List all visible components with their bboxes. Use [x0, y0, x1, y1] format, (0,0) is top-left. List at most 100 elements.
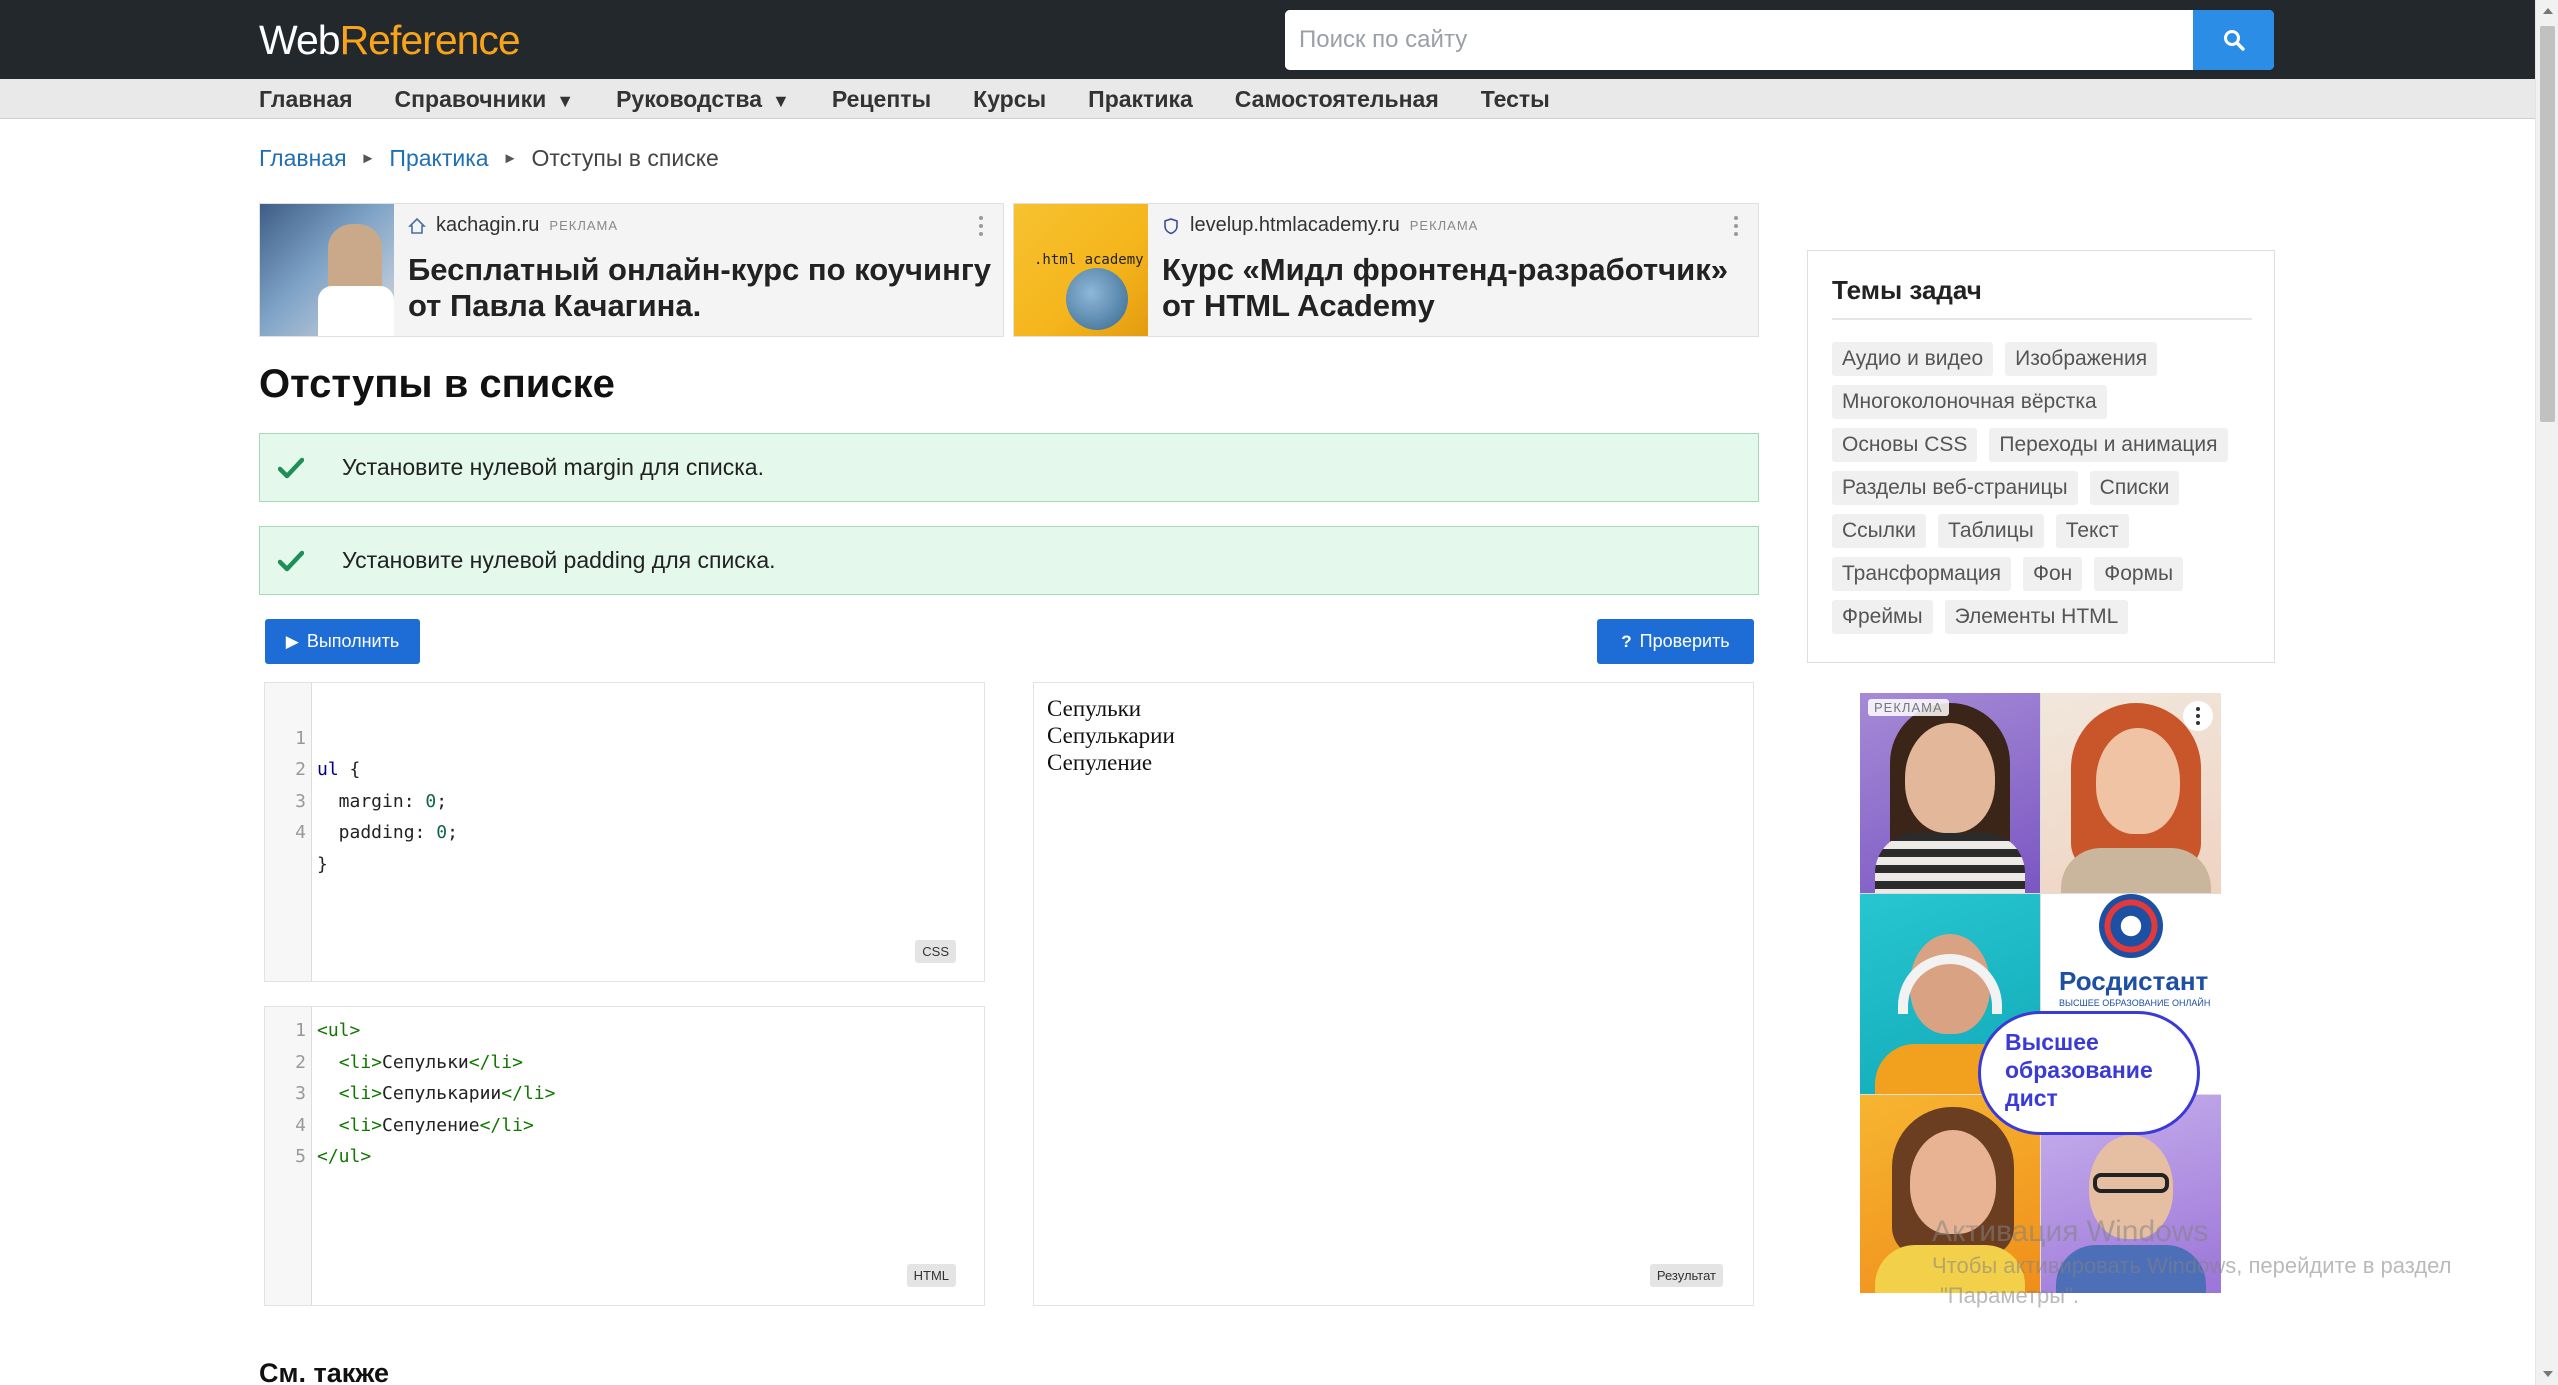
nav-item-label: Самостоятельная	[1234, 85, 1439, 112]
code-line[interactable]: 2 <li>Сепульки</li>	[265, 1047, 984, 1079]
html-tag: <li>	[338, 1083, 383, 1104]
ad-thumbnail	[260, 204, 394, 336]
topic-tag[interactable]: Таблицы	[1937, 514, 2044, 548]
ad-title[interactable]: Курс «Мидл фронтенд-разработчик» от HTML…	[1162, 252, 1752, 324]
code-text: :	[414, 822, 437, 843]
nav-item-label: Рецепты	[831, 85, 932, 112]
nav-item[interactable]: Руководства ▼	[616, 86, 790, 113]
search-input[interactable]	[1285, 10, 2193, 70]
page-scrollbar[interactable]	[2535, 0, 2558, 1385]
topic-tag[interactable]: Переходы и анимация	[1989, 428, 2228, 462]
logo-reference: Reference	[339, 17, 521, 63]
topic-tag[interactable]: Разделы веб-страницы	[1832, 471, 2078, 505]
html-tag: </li>	[468, 1051, 523, 1073]
code-line[interactable]: 2 margin: 0;	[265, 723, 984, 812]
nav-item[interactable]: Практика	[1088, 86, 1193, 113]
html-tag: <li>	[338, 1114, 383, 1136]
breadcrumb-current: Отступы в списке	[531, 145, 719, 171]
topic-tag[interactable]: Многоколоночная вёрстка	[1832, 385, 2107, 419]
code-text: ;	[447, 822, 458, 843]
line-number: 4	[295, 1114, 306, 1136]
bubble-line: образование	[2005, 1057, 2153, 1083]
run-button[interactable]: ▶ Выполнить	[265, 619, 420, 664]
topic-tag[interactable]: Основы CSS	[1832, 428, 1978, 462]
html-tag: </li>	[501, 1083, 556, 1104]
code-content: <li>Сепуление</li>	[317, 1110, 534, 1142]
house-icon	[408, 217, 426, 234]
topic-tag[interactable]: Ссылки	[1832, 514, 1926, 548]
css-editor[interactable]: 1 ul { 2 margin: 0; 3 padding: 0; 4 } CS…	[264, 682, 985, 982]
nav-list: Главная Справочники ▼ Руководства ▼ Рецепты Ку…	[259, 79, 1592, 119]
topic-tag[interactable]: Текст	[2055, 514, 2129, 548]
main-nav: Главная Справочники ▼ Руководства ▼ Рецепты Ку…	[0, 79, 2535, 119]
html-tag: <ul>	[317, 1020, 361, 1041]
html-tag: <li>	[338, 1051, 383, 1073]
scroll-down-arrow-icon[interactable]	[2536, 1363, 2558, 1385]
check-button[interactable]: ? Проверить	[1597, 619, 1754, 664]
sidebar-ad-banner[interactable]: Росдистант ВЫСШЕЕ ОБРАЗОВАНИЕ ОНЛАЙН Выс…	[1860, 693, 2221, 1293]
html-tag: </li>	[479, 1114, 534, 1136]
code-line[interactable]: 4 }	[265, 786, 984, 875]
result-list-item: Сепульки	[1047, 696, 1142, 721]
html-text: Сепуление	[382, 1114, 480, 1136]
nav-item[interactable]: Главная	[259, 86, 353, 113]
topic-tag[interactable]: Изображения	[2005, 342, 2158, 376]
nav-item[interactable]: Рецепты	[832, 86, 931, 113]
brand-subtitle: ВЫСШЕЕ ОБРАЗОВАНИЕ ОНЛАЙН	[2059, 998, 2211, 1008]
logo-web: Web	[259, 17, 341, 63]
topic-tag[interactable]: Трансформация	[1832, 557, 2011, 591]
code-line[interactable]: 3 <li>Сепулькарии</li>	[265, 1078, 984, 1110]
search-button[interactable]	[2193, 10, 2274, 70]
bubble-line: дист	[2005, 1085, 2058, 1111]
nav-item[interactable]: Тесты	[1481, 86, 1550, 113]
nav-item-label: Тесты	[1480, 85, 1550, 112]
result-list: Сепульки Сепулькарии Сепуление	[1047, 695, 1175, 776]
html-editor[interactable]: 1 <ul> 2 <li>Сепульки</li> 3 <li>Сепулькари…	[264, 1006, 985, 1306]
line-number: 5	[295, 1146, 306, 1167]
nav-item[interactable]: Курсы	[973, 86, 1046, 113]
task-topics-panel: Темы задач Аудио и видео Изображения Много…	[1807, 250, 2275, 663]
editor-badge-html: HTML	[906, 1264, 956, 1287]
code-line[interactable]: 5 </ul>	[265, 1141, 984, 1173]
topic-tag[interactable]: Элементы HTML	[1944, 600, 2129, 634]
ad-block-kachagin[interactable]: kachagin.ru РЕКЛАМА Бесплатный онлайн-ку…	[259, 203, 1004, 337]
ad-block-htmlacademy[interactable]: .html academy levelup.htmlacademy.ru РЕК…	[1013, 203, 1759, 337]
editor-badge-result: Результат	[1649, 1264, 1723, 1287]
brand-name: Росдистант	[2059, 966, 2209, 996]
scroll-up-arrow-icon[interactable]	[2536, 0, 2558, 22]
code-text: }	[317, 853, 328, 875]
task-text: Установите нулевой margin для списка.	[342, 454, 764, 480]
nav-item-label: Практика	[1088, 85, 1193, 112]
topic-tag[interactable]: Списки	[2089, 471, 2180, 505]
code-content: <li>Сепулькарии</li>	[317, 1078, 556, 1110]
breadcrumb-home[interactable]: Главная	[259, 145, 347, 172]
rosdistant-logo-icon	[2099, 894, 2163, 958]
result-list-item: Сепуление	[1047, 750, 1153, 775]
windows-activation-watermark: Активация Windows Чтобы активировать Win…	[1932, 1213, 2452, 1311]
topic-tag[interactable]: Фон	[2023, 557, 2083, 591]
task-text: Установите нулевой padding для списка.	[342, 547, 776, 573]
code-line[interactable]: 3 padding: 0;	[265, 754, 984, 844]
ad-title[interactable]: Бесплатный онлайн-курс по коучингу от Па…	[408, 252, 998, 324]
code-content: <li>Сепульки</li>	[317, 1047, 523, 1079]
divider	[1832, 318, 2252, 320]
ad-thumb-text: .html academy	[1034, 252, 1144, 268]
scrollbar-thumb[interactable]	[2540, 26, 2555, 422]
search-icon	[2223, 30, 2245, 51]
code-line[interactable]: 4 <li>Сепуление</li>	[265, 1110, 984, 1142]
more-vertical-icon[interactable]	[1734, 216, 1740, 240]
topic-tag[interactable]: Аудио и видео	[1832, 342, 1994, 376]
nav-item[interactable]: Самостоятельная	[1235, 86, 1439, 113]
code-line[interactable]: 1 <ul>	[265, 1015, 984, 1047]
breadcrumb-practice[interactable]: Практика	[389, 145, 488, 172]
more-vertical-icon[interactable]	[979, 216, 985, 240]
site-logo[interactable]: WebReference	[259, 16, 521, 64]
bubble-line: Высшее	[2005, 1029, 2099, 1055]
more-vertical-icon[interactable]	[2183, 701, 2213, 731]
code-line[interactable]: 1 ul {	[265, 691, 984, 781]
topic-tag[interactable]: Формы	[2094, 557, 2184, 591]
html-tag: </ul>	[317, 1146, 372, 1167]
topic-tag[interactable]: Фреймы	[1832, 600, 1933, 634]
nav-item[interactable]: Справочники ▼	[395, 86, 575, 113]
